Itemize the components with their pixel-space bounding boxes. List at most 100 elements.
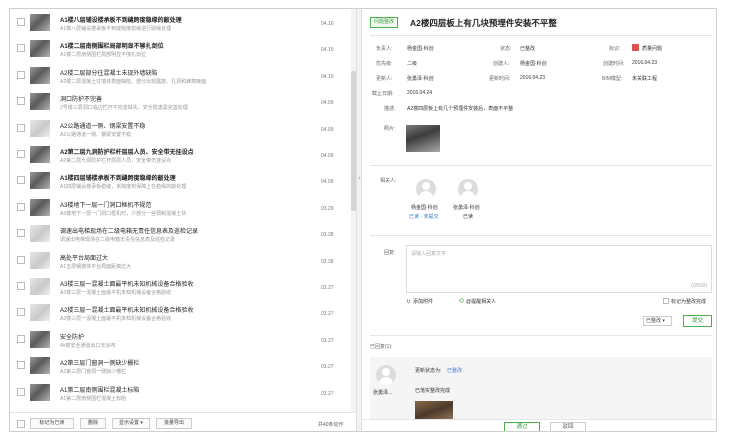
delete-button[interactable]: 删除 [80, 418, 106, 429]
list-item-date: 03.27 [321, 311, 334, 318]
avatar[interactable] [458, 179, 478, 199]
select-all-checkbox[interactable] [17, 420, 25, 428]
list-item-checkbox[interactable] [17, 123, 25, 132]
list-item-checkbox[interactable] [17, 97, 25, 106]
list-item-title: A2楼三层一混凝土面最平机未知机械设备合格验收 [60, 308, 194, 315]
list-item-title: A1楼二层南侧围栏局部明显不够扎剑位 [60, 44, 164, 51]
list-item[interactable]: A1楼二层南侧围栏局部明显不够扎剑位 A1楼二层南侧围栏局部明显不够扎剑位 04.1… [10, 36, 356, 62]
updater-label: 更新人: [376, 76, 393, 82]
list-item[interactable]: A2第二层九洞防护栏杆层层人员、安全带无挂设点 A2第二层九洞防护栏杆层层人员，安… [10, 142, 356, 168]
update-time-label: 更新时间: [489, 76, 511, 82]
avatar[interactable] [416, 179, 436, 199]
creator-value: 杨金国·科创 [520, 61, 547, 67]
list-footer: 标记为已读 删除 显示设置 ▾ 批量导出 共40条动作 [10, 412, 356, 431]
list-item[interactable]: A1楼四层铺楼承板不到缝跨度稳缘的敲处理 A1四层铺设楼承板稳缝，未跨度到保障上在… [10, 168, 356, 194]
update-time-value: 2016.04.23 [520, 75, 546, 81]
list-item-desc: A2公路通道一侧、钢梁安置不稳 [60, 131, 132, 138]
owner-value: 杨金国·科创 [407, 46, 434, 52]
status-value: 已整改 [520, 46, 536, 52]
list-item-checkbox[interactable] [17, 176, 25, 185]
list-item-thumbnail [30, 278, 50, 295]
list-item-checkbox[interactable] [17, 334, 25, 343]
list-item[interactable]: A1楼八层铺设楼承板不到缝跨度稳缘的敲处理 A1楼八层铺设楼承板不到缝跨度稳缘进行… [10, 10, 356, 36]
list-item-checkbox[interactable] [17, 44, 25, 53]
list-item-checkbox[interactable] [17, 18, 25, 26]
display-settings-button[interactable]: 显示设置 ▾ [112, 418, 150, 429]
status-select[interactable]: 已整改 ▾ [643, 316, 672, 326]
list-item[interactable]: 洞口防护不完善 2号楼三层洞口临边栏杆不完善缺失，安全隐患需完善处理 04.09 [10, 89, 356, 115]
list-item[interactable]: A3楼地下一层一门洞口框机不规范 A3楼地下一层一门洞口框机时，少部分一些预制混凝… [10, 195, 356, 221]
mark-done-checkbox[interactable] [663, 298, 669, 304]
list-item-date: 03.27 [321, 285, 334, 291]
mark-done-label: 标记为整改完成 [671, 299, 707, 305]
list-item-date: 04.10 [321, 21, 334, 27]
submit-button[interactable]: 提交 [683, 315, 712, 327]
list-item[interactable]: A1第二层南侧围栏混凝土标陷 A1第二层南侧围栏混凝土标陷 03.27 [10, 380, 356, 406]
person-state: 已读 [463, 214, 474, 220]
desc-value: A2楼四层板上有几个预埋件安装后，表面不平整 [407, 106, 514, 112]
deadline-label: 截止日期: [372, 91, 394, 97]
list-item-desc: A3楼三层一混凝土面最平机未知机械设备合格验收 [60, 290, 172, 296]
list-item-desc: A2楼二层混凝土往墙体表面缺陷、部分出现露筋、孔洞和蜂窝麻面 [60, 78, 207, 85]
list-item-title: A3楼地下一层一门洞口框机不规范 [60, 202, 152, 209]
list-item-checkbox[interactable] [17, 202, 25, 211]
remind-link[interactable]: @提醒相关人 [466, 298, 496, 305]
owner-label: 负责人: [376, 46, 393, 52]
list-item-thumbnail [30, 14, 50, 31]
attachment-icon[interactable] [406, 298, 411, 303]
level-label: 优先级: [376, 61, 393, 67]
bim-value: 未关联工程 [632, 76, 658, 82]
list-item-title: A2公路通道一侧、钢梁安置不稳 [60, 123, 146, 130]
reply-photo[interactable] [415, 401, 453, 421]
list-item[interactable]: A3楼三层一混凝土面最平机未知机械设备合格验收 A3楼三层一混凝土面最平机未知机械… [10, 274, 356, 300]
reply-content: 已落实整改完成 [415, 388, 451, 394]
list-item-date: 04.09 [321, 179, 334, 186]
list-item-checkbox[interactable] [17, 308, 25, 317]
person-name: 张勇泽·科创 [453, 205, 480, 211]
list-item-checkbox[interactable] [17, 150, 25, 158]
avatar[interactable] [376, 365, 396, 385]
add-attachment-link[interactable]: 添加附件 [413, 298, 433, 305]
list-item-thumbnail [30, 172, 50, 190]
create-time-value: 2016.04.23 [632, 60, 658, 66]
tag-value: 质量问题 [642, 46, 663, 52]
issue-title: A2楼四层板上有几块预埋件安装不平整 [410, 18, 557, 28]
level-value: 二级 [407, 61, 418, 67]
list-item[interactable]: A2公路通道一侧、钢梁安置不稳 A2公路通道一侧、钢梁安置不稳 04.09 [10, 116, 356, 142]
mark-read-button[interactable]: 标记为已读 [30, 418, 74, 429]
list-item-checkbox[interactable] [17, 361, 25, 370]
list-item-desc: A2第三层门窗洞一侧缺少栅栏 [60, 369, 127, 376]
list-item-thumbnail [30, 146, 50, 163]
issue-photo[interactable] [406, 125, 440, 152]
action-bar: 通过 驳回 [362, 419, 716, 431]
list-item-desc: A1楼二层南侧围栏局部明显不够扎剑位 [60, 52, 147, 59]
list-item-checkbox[interactable] [17, 70, 25, 79]
list-item-thumbnail [30, 198, 50, 216]
list-item[interactable]: A2楼二层部分往混凝土未现外墙缺陷 A2楼二层混凝土往墙体表面缺陷、部分出现露筋、… [10, 63, 356, 89]
list-item-checkbox[interactable] [17, 229, 25, 238]
reject-button[interactable]: 驳回 [550, 422, 586, 431]
list-item-date: 04.10 [321, 47, 334, 54]
divider [370, 165, 712, 166]
list-item[interactable]: 调速出电梯现场在二级电箱无责任信息表及巡检记录 调速出电梯现场在二级电箱无责任信息… [10, 221, 356, 247]
reply-input[interactable]: 请输入回复文字 (0/500) [406, 245, 712, 293]
approve-button[interactable]: 通过 [504, 422, 540, 431]
divider [370, 35, 712, 36]
list-item[interactable]: A2楼三层一混凝土面最平机未知机械设备合格验收 A2楼三层一混凝土面最平机未知机械… [10, 300, 356, 326]
list-item[interactable]: 安全防护 4#楼安全通道出口无涂布 03.27 [10, 327, 356, 353]
create-time-label: 创建时间: [603, 61, 625, 67]
list-item-checkbox[interactable] [17, 387, 25, 396]
list-item-title: A2第二层九洞防护栏杆层层人员、安全带无挂设点 [60, 150, 194, 156]
list-item-thumbnail [30, 66, 50, 84]
list-item-checkbox[interactable] [17, 282, 25, 290]
list-item-checkbox[interactable] [17, 255, 25, 264]
list-item[interactable]: A2第三层门窗洞一侧缺少栅栏 A2第三层门窗洞一侧缺少栅栏 03.27 [10, 353, 356, 379]
batch-export-button[interactable]: 批量导出 [156, 418, 192, 429]
list-item-title: A1楼四层铺楼承板不到缝跨度稳缘的敲处理 [60, 176, 176, 183]
list-item[interactable]: 高处平台局面过大 A1五层钢楼体平台局面距离过大 03.28 [10, 248, 356, 274]
list-item-date: 03.28 [321, 258, 334, 265]
list-item-thumbnail [30, 383, 50, 401]
mention-icon[interactable] [459, 298, 464, 303]
issue-list: A1楼八层铺设楼承板不到缝跨度稳缘的敲处理 A1楼八层铺设楼承板不到缝跨度稳缘进行… [10, 9, 356, 412]
list-item-desc: A1五层钢楼体平台局面距离过大 [60, 263, 132, 270]
